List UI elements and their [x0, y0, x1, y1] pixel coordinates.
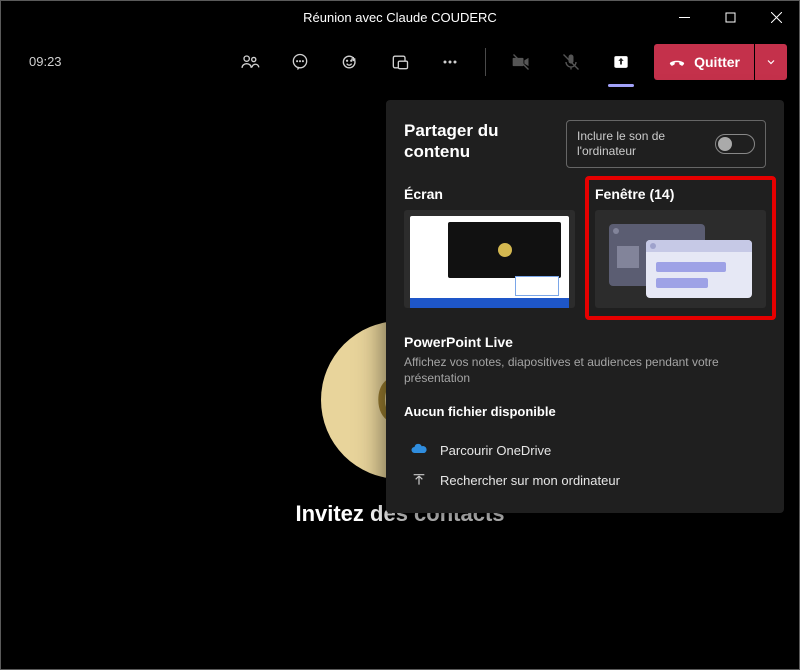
onedrive-icon [410, 441, 428, 459]
share-screen-label: Écran [404, 186, 575, 202]
include-sound-toggle[interactable] [715, 134, 755, 154]
leave-button[interactable]: Quitter [654, 44, 754, 80]
leave-meeting-group: Quitter [654, 44, 787, 80]
share-window-card[interactable]: Fenêtre (14) [585, 176, 776, 320]
leave-label: Quitter [694, 54, 740, 70]
titlebar: Réunion avec Claude COUDERC [1, 1, 799, 33]
close-button[interactable] [753, 1, 799, 33]
minimize-button[interactable] [661, 1, 707, 33]
leave-dropdown-button[interactable] [755, 44, 787, 80]
meeting-timer: 09:23 [29, 54, 62, 69]
include-sound-toggle-group: Inclure le son de l'ordinateur [566, 120, 766, 168]
no-file-label: Aucun fichier disponible [404, 404, 766, 419]
browse-computer-button[interactable]: Rechercher sur mon ordinateur [404, 465, 766, 495]
rooms-button[interactable] [377, 39, 423, 85]
share-content-panel: Partager du contenu Inclure le son de l'… [386, 100, 784, 513]
window-thumbnail [595, 210, 766, 308]
powerpoint-live-desc: Affichez vos notes, diapositives et audi… [404, 354, 766, 386]
share-window-label: Fenêtre (14) [595, 186, 766, 202]
maximize-button[interactable] [707, 1, 753, 33]
chat-button[interactable] [277, 39, 323, 85]
share-button[interactable] [598, 39, 644, 85]
window-controls [661, 1, 799, 33]
share-panel-title: Partager du contenu [404, 120, 534, 163]
powerpoint-live-title: PowerPoint Live [404, 334, 766, 350]
include-sound-label: Inclure le son de l'ordinateur [577, 129, 703, 159]
phone-hangup-icon [668, 51, 686, 72]
window-title: Réunion avec Claude COUDERC [303, 10, 497, 25]
meeting-toolbar: 09:23 Quitter [1, 33, 799, 91]
toolbar-group [227, 39, 644, 85]
toolbar-divider [485, 48, 486, 76]
upload-icon [410, 471, 428, 489]
more-button[interactable] [427, 39, 473, 85]
screen-thumbnail [404, 210, 575, 308]
participants-button[interactable] [227, 39, 273, 85]
browse-onedrive-label: Parcourir OneDrive [440, 443, 551, 458]
mic-button[interactable] [548, 39, 594, 85]
browse-onedrive-button[interactable]: Parcourir OneDrive [404, 435, 766, 465]
camera-button[interactable] [498, 39, 544, 85]
share-screen-card[interactable]: Écran [404, 186, 575, 312]
reactions-button[interactable] [327, 39, 373, 85]
browse-computer-label: Rechercher sur mon ordinateur [440, 473, 620, 488]
